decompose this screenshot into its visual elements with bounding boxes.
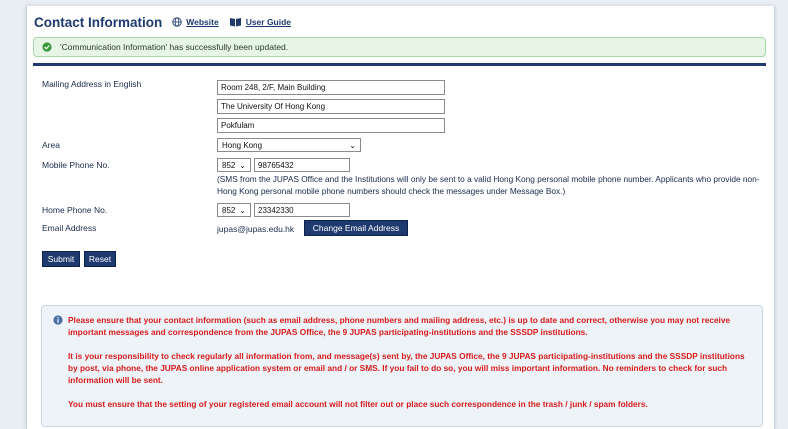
page-title: Contact Information <box>34 14 163 30</box>
mobile-phone-input[interactable] <box>254 158 350 172</box>
info-icon <box>53 315 63 327</box>
mailing-address-line3-input[interactable] <box>217 118 445 133</box>
mobile-phone-label: Mobile Phone No. <box>42 160 110 170</box>
notice-paragraph-1: Please ensure that your contact informat… <box>68 315 731 337</box>
mobile-phone-note: (SMS from the JUPAS Office and the Insti… <box>217 174 760 196</box>
book-icon <box>229 17 242 27</box>
globe-icon <box>172 17 182 27</box>
user-guide-link[interactable]: User Guide <box>229 17 291 27</box>
contact-information-panel: Contact Information Website User Guide '… <box>26 6 775 429</box>
reset-button[interactable]: Reset <box>84 251 116 267</box>
chevron-down-icon: ⌄ <box>239 205 246 215</box>
submit-button[interactable]: Submit <box>42 251 80 267</box>
home-country-code-select[interactable]: 852 ⌄ <box>217 203 251 217</box>
important-notice-box: Please ensure that your contact informat… <box>41 305 763 427</box>
notice-text: Please ensure that your contact informat… <box>68 314 756 422</box>
change-email-button[interactable]: Change Email Address <box>304 220 408 236</box>
chevron-down-icon: ⌄ <box>349 140 356 150</box>
notice-paragraph-3: You must ensure that the setting of your… <box>68 399 648 409</box>
website-link[interactable]: Website <box>172 17 219 27</box>
check-circle-icon <box>42 42 52 52</box>
area-select[interactable]: Hong Kong ⌄ <box>217 138 361 152</box>
home-country-code-value: 852 <box>222 205 236 215</box>
area-select-value: Hong Kong <box>222 140 263 150</box>
home-phone-input[interactable] <box>254 203 350 217</box>
area-label: Area <box>42 140 60 150</box>
page-header: Contact Information Website User Guide <box>34 14 301 30</box>
website-link-label: Website <box>186 17 219 27</box>
success-message: 'Communication Information' has successf… <box>60 42 289 52</box>
mailing-address-line1-input[interactable] <box>217 80 445 95</box>
email-address-value: jupas@jupas.edu.hk <box>217 224 295 234</box>
home-phone-label: Home Phone No. <box>42 205 108 215</box>
email-address-label: Email Address <box>42 223 97 233</box>
chevron-down-icon: ⌄ <box>239 160 246 170</box>
mobile-country-code-select[interactable]: 852 ⌄ <box>217 158 251 172</box>
mobile-country-code-value: 852 <box>222 160 236 170</box>
success-alert: 'Communication Information' has successf… <box>33 37 766 57</box>
user-guide-link-label: User Guide <box>245 17 292 27</box>
notice-paragraph-2: It is your responsibility to check regul… <box>68 351 745 385</box>
mailing-address-label: Mailing Address in English <box>42 79 142 89</box>
mailing-address-line2-input[interactable] <box>217 99 445 114</box>
section-divider <box>33 63 766 66</box>
